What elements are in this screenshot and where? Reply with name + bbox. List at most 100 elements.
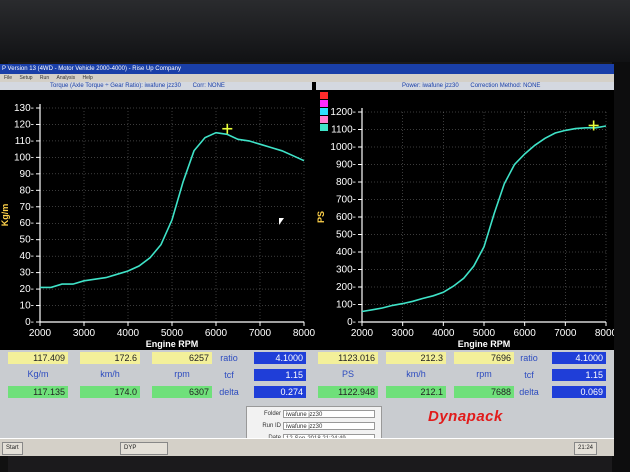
torque-tick-label-x: 6000 (205, 328, 228, 339)
power-tick-label-y: 0- (347, 317, 356, 328)
legend-swatch-3[interactable] (320, 108, 328, 115)
torque-chart: 0- 10- 20- 30- 40- 50- 60- 70- 80- 90- 100- 110- 120… (0, 103, 316, 349)
power-readout-panel: 1123.016 212.3 7696 PS km/h rpm 1122.948… (318, 350, 610, 404)
power-tick-label-y: 500- (336, 230, 356, 241)
torque-readout-panel: 117.409 172.6 6257 Kg/m km/h rpm 117.135… (8, 350, 312, 404)
folder-label: Folder (263, 411, 281, 417)
runid-label: Run ID (262, 423, 281, 429)
power-correction: Correction Method: NONE (470, 83, 541, 89)
folder-field[interactable]: iwafune jzz30 (283, 410, 375, 418)
window-title: P Version 13 (4WD - Motor Vehicle 2000-4… (0, 64, 614, 74)
menu-run[interactable]: Run (40, 75, 49, 81)
torque-tick-label-y: 80- (20, 185, 34, 196)
power-speed-2: 212.1 (386, 386, 446, 398)
power-tick-label-x: 7000 (554, 328, 577, 339)
power-tick-label-y: 300- (336, 265, 356, 276)
power-tick-label-y: 1000- (330, 142, 356, 153)
menu-analysis[interactable]: Analysis (57, 75, 76, 81)
torque-value: 117.409 (8, 352, 68, 364)
torque-tick-label-y: 70- (20, 202, 34, 213)
power-tick-label-y: 900- (336, 160, 356, 171)
torque-tick-label-y: 130- (14, 103, 34, 114)
torque-tick-label-y: 40- (20, 251, 34, 262)
legend-swatch-1[interactable] (320, 92, 328, 99)
power-tick-label-y: 400- (336, 247, 356, 258)
torque-tick-label-x: 8000 (293, 328, 316, 339)
speed-unit: km/h (100, 369, 120, 379)
taskbar-app-button[interactable]: DYP (120, 442, 168, 455)
torque-correction: Corr: NONE (192, 83, 225, 89)
torque-tick-label-y: 90- (20, 169, 34, 180)
torque-tick-label-x: 3000 (73, 328, 96, 339)
screen: P Version 13 (4WD - Motor Vehicle 2000-4… (0, 64, 614, 456)
torque-rpm-2: 6307 (152, 386, 212, 398)
power-tick-label-y: 1100- (331, 125, 356, 136)
power-tick-label-x: 5000 (473, 328, 496, 339)
power-unit: PS (341, 369, 354, 379)
torque-unit: Kg/m (27, 369, 49, 379)
torque-chart-title: Torque (Axle Torque ÷ Gear Ratio): iwafu… (50, 83, 181, 89)
torque-speed-2: 174.0 (80, 386, 140, 398)
torque-tick-label-y: 100- (14, 152, 34, 163)
power-chart-header: Power: iwafune jzz30 Correction Method: … (316, 82, 614, 90)
torque-tick-label-x: 5000 (161, 328, 184, 339)
delta-value: 0.274 (254, 386, 306, 398)
monitor-bezel-top (0, 0, 630, 62)
dynapack-logo: Dynapack (428, 408, 503, 425)
power-tick-label-y: 700- (336, 195, 356, 206)
menu-bar: File Setup Run Analysis Help (0, 74, 614, 82)
power-value: 1123.016 (318, 352, 378, 364)
runid-field[interactable]: iwafune jzz30 (283, 422, 375, 430)
power-y-axis-label: PS (316, 211, 326, 223)
power-speed: 212.3 (386, 352, 446, 364)
power-tick-label-y: 100- (336, 300, 356, 311)
torque-tick-label-y: 110- (15, 136, 34, 147)
legend-swatch-5[interactable] (320, 124, 328, 131)
torque-rpm: 6257 (152, 352, 212, 364)
menu-file[interactable]: File (4, 75, 12, 81)
torque-tick-label-x: 7000 (249, 328, 272, 339)
torque-tick-label-x: 2000 (29, 328, 52, 339)
start-button[interactable]: Start (2, 442, 23, 455)
delta-label: delta (219, 387, 239, 397)
taskbar-clock: 21:24 (574, 442, 598, 455)
rpm-unit: rpm (174, 369, 190, 379)
torque-tick-label-y: 20- (20, 284, 34, 295)
torque-chart-header: Torque (Axle Torque ÷ Gear Ratio): iwafu… (0, 82, 312, 90)
tcf-label: tcf (224, 370, 234, 380)
torque-x-axis-label: Engine RPM (146, 339, 199, 349)
power-tick-label-y: 600- (336, 212, 356, 223)
ratio-label: ratio (220, 353, 238, 363)
power-ratio-value[interactable]: 4.1000 (552, 352, 606, 364)
power-tcf-value[interactable]: 1.15 (552, 369, 606, 381)
torque-value-2: 117.135 (8, 386, 68, 398)
torque-y-axis-label: Kg/m (0, 204, 10, 227)
power-tick-label-y: 200- (336, 282, 356, 293)
power-chart-title: Power: iwafune jzz30 (402, 83, 459, 89)
ratio-value[interactable]: 4.1000 (254, 352, 306, 364)
power-tcf-label: tcf (524, 370, 534, 380)
power-ratio-label: ratio (520, 353, 538, 363)
legend-swatch-4[interactable] (320, 116, 328, 123)
power-delta-label: delta (519, 387, 539, 397)
taskbar: Start DYP 21:24 (0, 438, 614, 456)
torque-tick-label-y: 60- (20, 218, 34, 229)
power-tick-label-x: 3000 (392, 328, 415, 339)
power-tick-label-x: 4000 (432, 328, 455, 339)
power-tick-label-y: 1200- (330, 107, 356, 118)
menu-setup[interactable]: Setup (19, 75, 32, 81)
legend-swatch-2[interactable] (320, 100, 328, 107)
torque-tick-label-y: 120- (14, 119, 34, 130)
power-tick-label-x: 2000 (351, 328, 374, 339)
power-speed-unit: km/h (406, 369, 426, 379)
torque-tick-label-y: 0- (25, 317, 34, 328)
torque-tick-label-x: 4000 (117, 328, 140, 339)
mouse-cursor-icon (279, 218, 284, 225)
power-x-axis-label: Engine RPM (458, 339, 511, 349)
torque-tick-label-y: 30- (20, 268, 34, 279)
power-tick-label-x: 8000 (595, 328, 614, 339)
tcf-value[interactable]: 1.15 (254, 369, 306, 381)
power-delta-value: 0.069 (552, 386, 606, 398)
power-rpm-unit: rpm (476, 369, 492, 379)
menu-help[interactable]: Help (83, 75, 93, 81)
